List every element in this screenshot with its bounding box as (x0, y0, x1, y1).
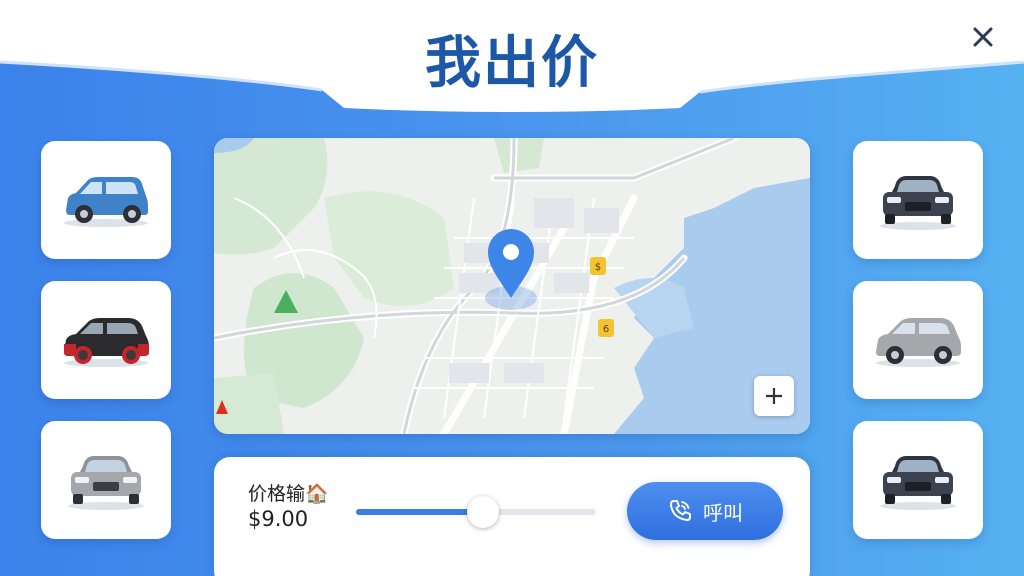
phone-icon (670, 500, 691, 521)
poi-marker-icon: 6 (598, 319, 614, 337)
poi-marker-icon: $ (590, 257, 606, 275)
price-slider[interactable] (356, 496, 596, 528)
dark-sedan-front-icon (880, 456, 956, 510)
black-red-hatchback-icon (64, 318, 149, 367)
app-screen: 我出价 $ 6 价格输🏠 $9.00 呼叫 (0, 0, 1024, 576)
dark-sedan-front-icon (880, 176, 956, 230)
blue-hatchback-icon (64, 177, 148, 227)
close-icon (973, 27, 993, 47)
map-canvas: $ 6 (214, 138, 810, 434)
page-title: 我出价 (425, 31, 599, 96)
plus-icon (766, 388, 782, 404)
car-option-1[interactable] (41, 141, 171, 259)
silver-hatchback-icon (876, 318, 961, 367)
map-view[interactable]: $ 6 (214, 138, 810, 434)
car-option-4[interactable] (853, 141, 983, 259)
price-label: 价格输🏠 (248, 483, 329, 505)
price-value: $9.00 (248, 507, 309, 531)
slider-thumb[interactable] (467, 496, 500, 528)
slider-fill (356, 509, 484, 515)
zoom-in-button[interactable] (754, 376, 794, 416)
call-button-label: 呼叫 (703, 500, 743, 525)
call-button[interactable]: 呼叫 (627, 482, 783, 540)
price-panel: 价格输🏠 $9.00 呼叫 (214, 457, 810, 576)
silver-sedan-front-icon (68, 456, 144, 510)
svg-text:$: $ (595, 262, 601, 273)
car-option-3[interactable] (41, 421, 171, 539)
car-option-2[interactable] (41, 281, 171, 399)
car-option-5[interactable] (853, 281, 983, 399)
close-button[interactable] (966, 20, 1000, 54)
svg-text:6: 6 (603, 324, 609, 335)
car-option-6[interactable] (853, 421, 983, 539)
